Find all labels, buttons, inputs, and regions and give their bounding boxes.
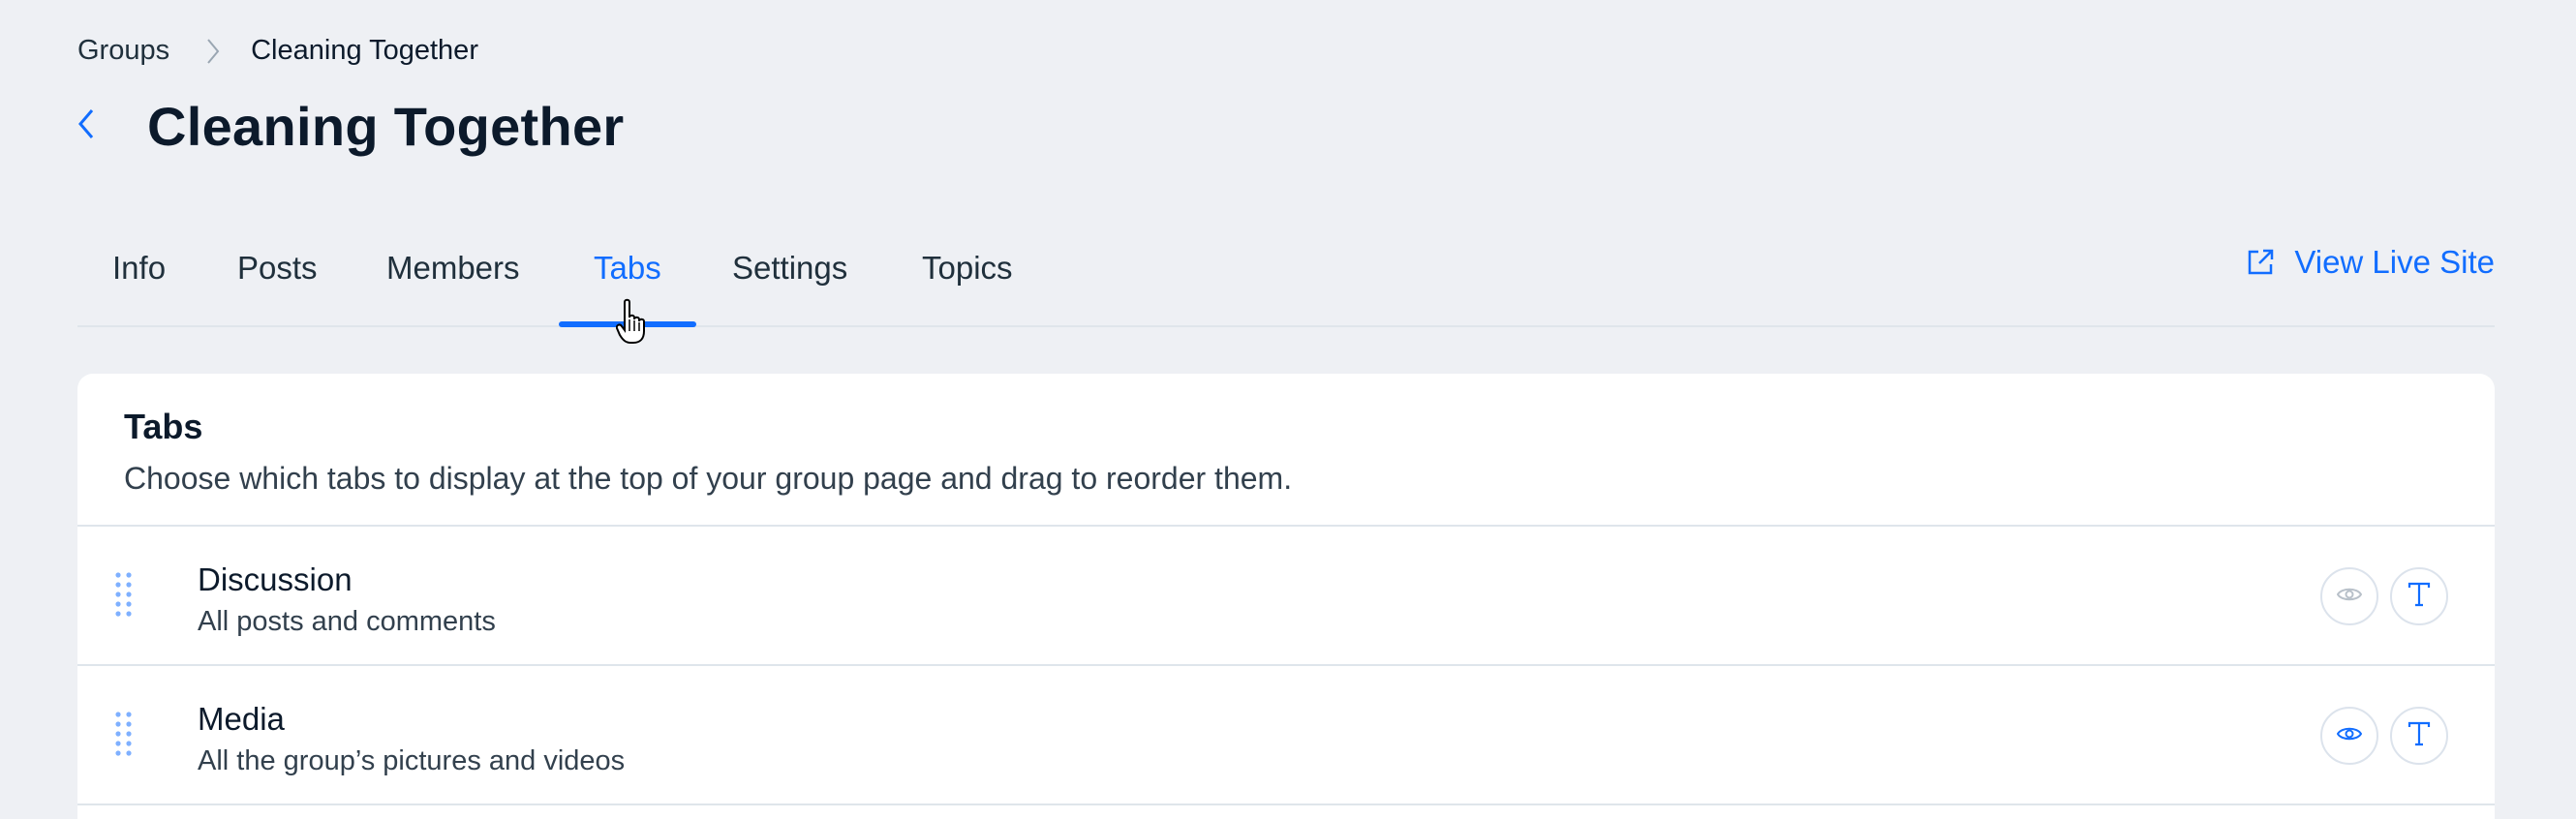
external-link-icon (2246, 248, 2275, 277)
tab-topics[interactable]: Topics (922, 250, 1013, 287)
eye-icon (2336, 586, 2363, 608)
view-live-site-label: View Live Site (2294, 244, 2495, 280)
list-item-partial (77, 805, 2495, 819)
row-title: Discussion (198, 561, 353, 597)
row-actions (2320, 707, 2448, 765)
back-button[interactable] (77, 107, 107, 146)
chevron-right-icon (206, 38, 220, 65)
tab-info[interactable]: Info (112, 250, 166, 287)
tab-settings[interactable]: Settings (732, 250, 847, 287)
hand-cursor-icon (615, 298, 649, 351)
view-live-site-link[interactable]: View Live Site (2246, 244, 2495, 281)
list-item[interactable]: Media All the group’s pictures and video… (77, 666, 2495, 805)
list-item[interactable]: Discussion All posts and comments (77, 527, 2495, 666)
card-header: Tabs Choose which tabs to display at the… (77, 374, 2495, 527)
drag-handle-icon[interactable] (114, 711, 134, 764)
row-description: All the group’s pictures and videos (198, 745, 626, 776)
row-actions (2320, 567, 2448, 625)
chevron-left-icon (77, 108, 95, 144)
eye-icon (2336, 725, 2363, 747)
breadcrumb-groups-link[interactable]: Groups (77, 35, 169, 67)
row-description: All posts and comments (198, 606, 496, 637)
tab-members[interactable]: Members (386, 250, 520, 287)
rename-button[interactable] (2390, 567, 2448, 625)
breadcrumb: Groups Cleaning Together (77, 35, 478, 67)
rename-button[interactable] (2390, 707, 2448, 765)
visibility-toggle-button[interactable] (2320, 567, 2378, 625)
text-icon (2407, 582, 2431, 612)
tab-posts[interactable]: Posts (237, 250, 318, 287)
tab-tabs[interactable]: Tabs (594, 250, 661, 287)
drag-handle-icon[interactable] (114, 571, 134, 624)
tabs-bar: Info Posts Members Tabs Settings Topics … (77, 228, 2495, 327)
breadcrumb-current: Cleaning Together (251, 35, 478, 66)
card-subtitle: Choose which tabs to display at the top … (124, 461, 1293, 496)
text-icon (2407, 721, 2431, 751)
page-header: Cleaning Together (77, 95, 625, 158)
visibility-toggle-button[interactable] (2320, 707, 2378, 765)
tabs-card: Tabs Choose which tabs to display at the… (77, 374, 2495, 819)
card-title: Tabs (124, 407, 203, 446)
page-title: Cleaning Together (147, 96, 625, 157)
row-title: Media (198, 701, 285, 737)
